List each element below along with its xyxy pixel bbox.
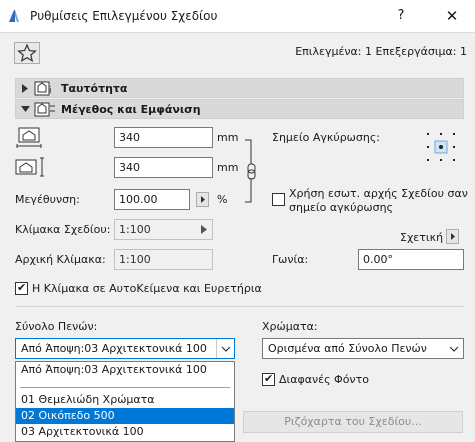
anchor-point-grid[interactable] xyxy=(425,131,457,163)
chevron-down-icon xyxy=(216,339,234,358)
collapse-arrow-icon xyxy=(21,106,30,112)
dropdown-option[interactable]: 01 Θεμελιώδη Χρώματα xyxy=(16,392,234,408)
original-scale-field: 1:100 xyxy=(114,249,213,270)
relative-popup-button[interactable] xyxy=(446,229,459,244)
scale-unit: % xyxy=(217,193,228,206)
height-unit: mm xyxy=(217,161,239,174)
identity-icon: i xyxy=(34,81,52,96)
drawing-scale-value: 1:100 xyxy=(119,223,151,236)
scale-popup-button[interactable] xyxy=(196,192,209,207)
drawing-scale-label: Κλίμακα Σχεδίου: xyxy=(15,223,111,236)
transparent-bg-label: Διαφανές Φόντο xyxy=(279,373,369,386)
use-origin-checkbox[interactable] xyxy=(272,193,285,206)
divider xyxy=(15,306,464,307)
pen-set-dropdown[interactable]: Από Άποψη:03 Αρχιτεκτονικά 100 xyxy=(15,338,235,359)
use-origin-label-2: σημείο αγκύρωσης xyxy=(289,201,394,214)
dropdown-option[interactable]: 03 Αρχιτεκτονικά 100 xyxy=(16,424,234,440)
svg-text:i: i xyxy=(49,86,52,96)
pen-set-label: Σύνολο Πενών: xyxy=(15,320,98,333)
anchor-point-label: Σημείο Αγκύρωσης: xyxy=(272,131,380,144)
proportion-lock-icon[interactable] xyxy=(243,138,259,204)
arrow-right-icon xyxy=(201,196,205,203)
width-icon xyxy=(16,127,42,148)
height-icon xyxy=(15,157,44,177)
close-button[interactable]: ✕ xyxy=(440,6,464,26)
transparent-bg-checkbox[interactable]: ✔ xyxy=(262,372,275,386)
favorites-button[interactable] xyxy=(14,42,40,64)
colors-value: Ορισμένα από Σύνολο Πενών xyxy=(268,342,427,355)
colors-label: Χρώματα: xyxy=(262,320,318,333)
scale-input[interactable]: 100.00 xyxy=(114,189,190,210)
width-unit: mm xyxy=(217,131,239,144)
section-identity[interactable]: i Ταυτότητα xyxy=(15,78,464,98)
angle-label: Γωνία: xyxy=(272,253,309,266)
arrow-right-icon xyxy=(451,233,455,240)
scale-autotext-checkbox[interactable]: ✔ xyxy=(15,281,28,295)
scale-autotext-label: Η Κλίμακα σε ΑυτοΚείμενα και Ευρετήρια xyxy=(32,282,262,295)
drawing-pens-button: Ριζόχαρτα του Σχεδίου... xyxy=(243,411,463,433)
dropdown-option[interactable]: Από Άποψη:03 Αρχιτεκτονικά 100 xyxy=(16,362,234,378)
original-scale-label: Αρχική Κλίμακα: xyxy=(15,253,106,266)
scale-label: Μεγέθυνση: xyxy=(15,193,80,206)
selection-info: Επιλεγμένα: 1 Επεξεργάσιμα: 1 xyxy=(295,45,467,58)
drawing-scale-field: 1:100 xyxy=(114,219,213,240)
section-size-appearance[interactable]: Μέγεθος και Εμφάνιση xyxy=(15,99,464,119)
star-icon xyxy=(17,43,37,63)
size-appearance-icon xyxy=(34,102,55,117)
section-identity-label: Ταυτότητα xyxy=(61,82,128,95)
use-origin-label-1: Χρήση εσωτ. αρχής Σχεδίου σαν xyxy=(289,187,468,200)
relative-label[interactable]: Σχετική xyxy=(400,231,443,244)
arrow-right-icon xyxy=(201,225,207,234)
help-button[interactable]: ? xyxy=(389,6,413,26)
section-size-label: Μέγεθος και Εμφάνιση xyxy=(61,103,201,116)
window-title: Ρυθμίσεις Επιλεγμένου Σχεδίου xyxy=(30,9,218,23)
dropdown-option-selected[interactable]: 02 Οικόπεδο 500 xyxy=(16,408,234,424)
chevron-down-icon xyxy=(445,339,463,358)
width-input[interactable]: 340 xyxy=(114,127,213,148)
dropdown-separator xyxy=(20,387,230,388)
pen-set-dropdown-list: Από Άποψη:03 Αρχιτεκτονικά 100 01 Θεμελι… xyxy=(15,361,235,442)
colors-dropdown[interactable]: Ορισμένα από Σύνολο Πενών xyxy=(262,338,464,359)
title-bar: Ρυθμίσεις Επιλεγμένου Σχεδίου ? ✕ xyxy=(0,0,475,32)
pen-set-value: Από Άποψη:03 Αρχιτεκτονικά 100 xyxy=(21,342,207,355)
archicad-app-icon xyxy=(9,10,19,22)
angle-input[interactable]: 0.00° xyxy=(358,249,464,270)
expand-arrow-icon xyxy=(22,84,28,93)
check-icon: ✔ xyxy=(17,281,27,294)
height-input[interactable]: 340 xyxy=(114,157,213,178)
check-icon: ✔ xyxy=(264,372,274,385)
